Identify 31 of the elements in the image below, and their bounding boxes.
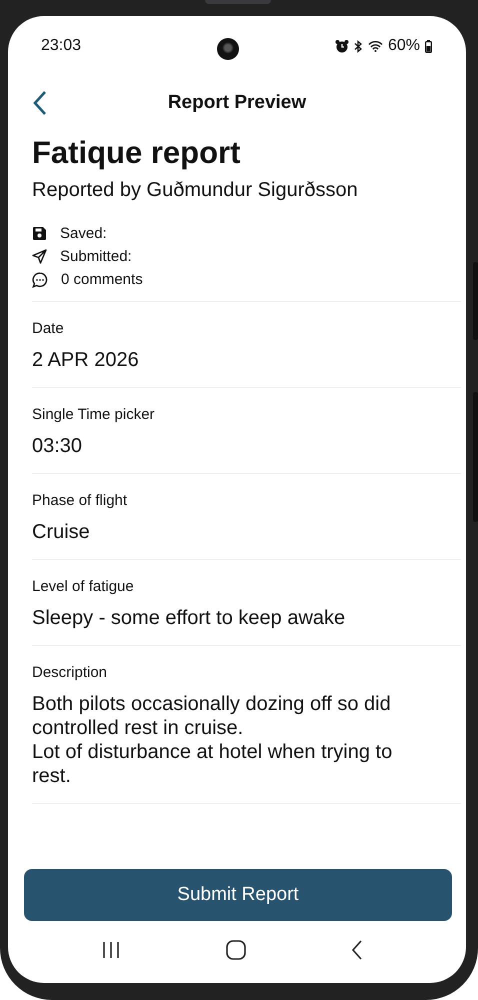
field-value: Sleepy - some effort to keep awake (32, 606, 346, 630)
battery-percent: 60% (388, 37, 420, 55)
field-label: Phase of flight (32, 492, 128, 509)
save-icon (32, 226, 47, 241)
field-value: Cruise (32, 520, 91, 544)
meta-text: Saved: (60, 225, 107, 242)
field-label: Date (32, 320, 65, 337)
status-time: 23:03 (41, 37, 82, 55)
send-icon (32, 249, 47, 264)
alarm-icon (334, 40, 349, 52)
home-icon[interactable] (226, 940, 246, 960)
field-label: Level of fatigue (32, 578, 135, 595)
field-label: Single Time picker (32, 406, 156, 423)
field-value: 03:30 (32, 434, 84, 458)
field-value: Both pilots occasionally dozing off so did controlled rest in cruise. Lot of disturbance at hotel when trying to rest. (32, 692, 394, 788)
comment-icon (32, 272, 48, 288)
back-icon[interactable] (32, 90, 48, 116)
camera-icon (217, 38, 239, 60)
recent-apps-icon[interactable] (100, 941, 121, 959)
wifi-icon (368, 40, 383, 52)
field-label: Description (32, 664, 108, 681)
field-value: 2 APR 2026 (32, 348, 140, 372)
back-nav-icon[interactable] (351, 940, 364, 960)
bluetooth-icon (354, 40, 363, 52)
report-title: Fatique report (32, 135, 242, 171)
meta-text: Submitted: (60, 248, 132, 265)
meta-text: 0 comments (61, 271, 143, 288)
battery-icon (424, 40, 432, 52)
screen-title: Report Preview (168, 92, 306, 114)
submit-report-button[interactable]: Submit Report (24, 869, 452, 921)
reporter-name: Reported by Guðmundur Sigurðsson (32, 179, 359, 202)
